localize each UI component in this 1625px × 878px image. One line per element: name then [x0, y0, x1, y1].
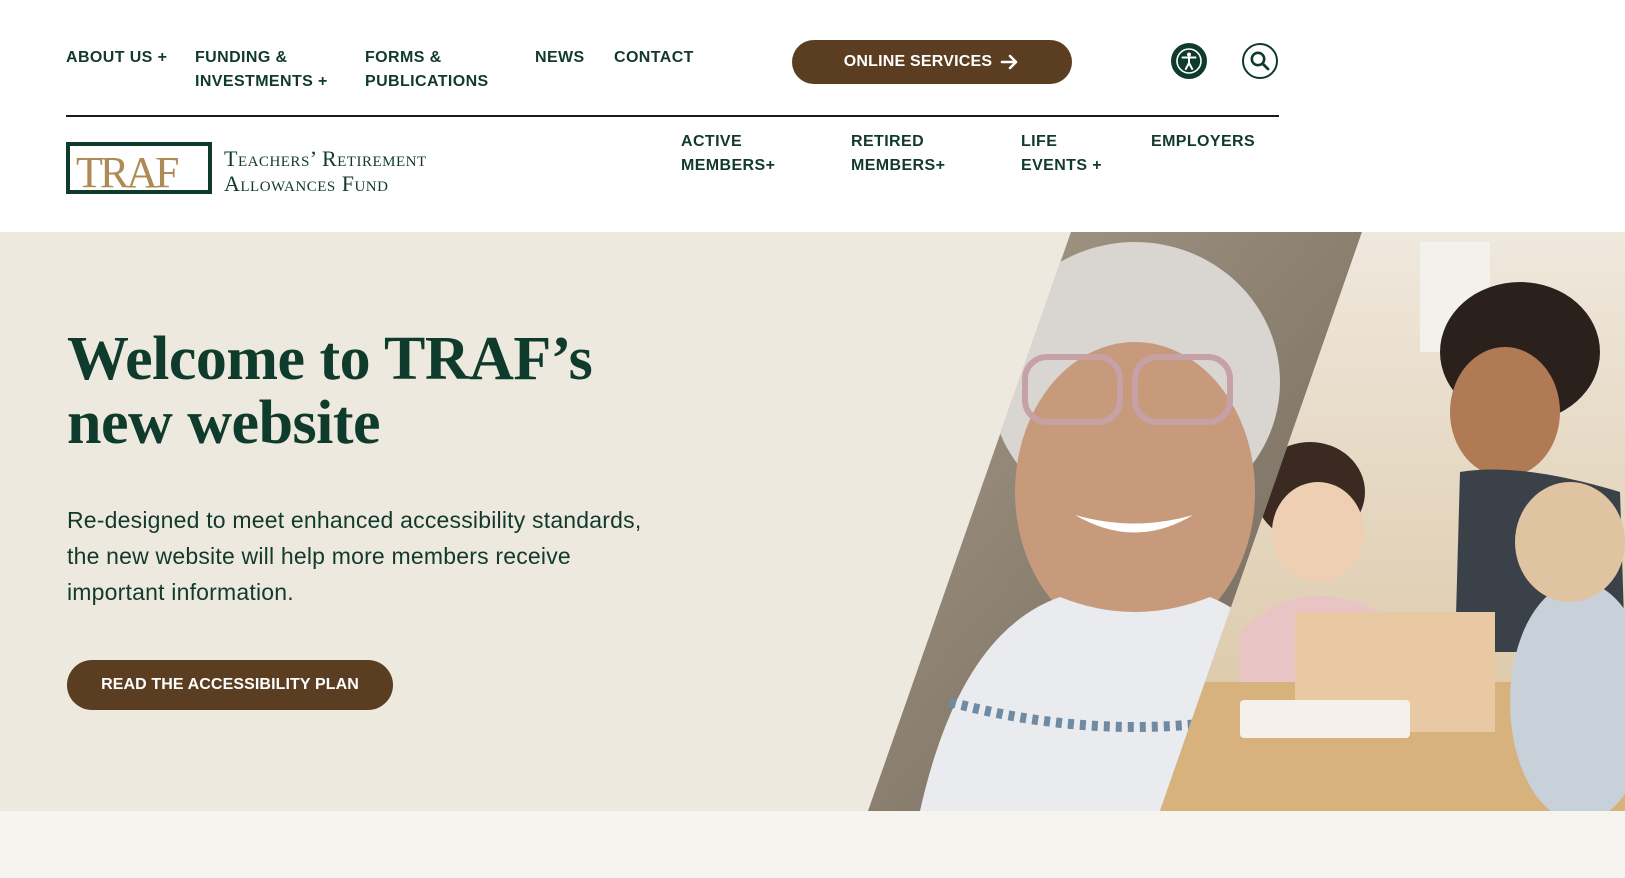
nav-active-label-line1: ACTIVE: [681, 133, 743, 150]
hero-section: Welcome to TRAF’s new website Re-designe…: [0, 232, 1625, 811]
nav-news[interactable]: NEWS: [535, 46, 585, 70]
content-band: [0, 811, 1625, 878]
logo-mark: TRAF: [66, 142, 212, 197]
hero-title: Welcome to TRAF’s new website: [67, 325, 593, 457]
nav-funding-investments[interactable]: FUNDING & INVESTMENTS +: [195, 46, 328, 94]
nav-employers-label: EMPLOYERS: [1151, 133, 1256, 150]
nav-contact-label: CONTACT: [614, 49, 694, 66]
nav-news-label: NEWS: [535, 49, 585, 66]
nav-contact[interactable]: CONTACT: [614, 46, 694, 70]
online-services-button[interactable]: ONLINE SERVICES: [792, 40, 1072, 84]
nav-forms-publications[interactable]: FORMS & PUBLICATIONS: [365, 46, 489, 94]
logo-name-line1: Teachers’ Retirement: [224, 146, 427, 171]
traf-logo[interactable]: TRAF Teachers’ Retirement Allowances Fun…: [66, 142, 476, 198]
site-header: ABOUT US + FUNDING & INVESTMENTS + FORMS…: [0, 0, 1625, 232]
nav-active-members[interactable]: ACTIVE MEMBERS+: [681, 130, 775, 178]
read-accessibility-plan-button[interactable]: READ THE ACCESSIBILITY PLAN: [67, 660, 393, 710]
nav-employers[interactable]: EMPLOYERS: [1151, 130, 1255, 154]
nav-funding-label-line1: FUNDING &: [195, 49, 288, 66]
read-accessibility-plan-label: READ THE ACCESSIBILITY PLAN: [101, 676, 359, 693]
nav-retired-label-line2: MEMBERS+: [851, 157, 946, 174]
nav-active-label-line2: MEMBERS+: [681, 157, 776, 174]
nav-life-label-line2: EVENTS +: [1021, 157, 1103, 174]
nav-life-label-line1: LIFE: [1021, 133, 1058, 150]
logo-name-line2: Allowances Fund: [224, 171, 389, 196]
accessibility-button[interactable]: [1171, 43, 1207, 79]
nav-about-us-label: ABOUT US +: [66, 49, 168, 66]
nav-life-events[interactable]: LIFE EVENTS +: [1021, 130, 1102, 178]
hero-description: Re-designed to meet enhanced accessibili…: [67, 507, 642, 605]
nav-forms-label-line1: FORMS &: [365, 49, 442, 66]
logo-name: Teachers’ Retirement Allowances Fund: [224, 146, 427, 196]
nav-forms-label-line2: PUBLICATIONS: [365, 73, 489, 90]
nav-retired-members[interactable]: RETIRED MEMBERS+: [851, 130, 945, 178]
search-icon: [1250, 51, 1270, 71]
nav-about-us[interactable]: ABOUT US +: [66, 46, 167, 70]
nav-funding-label-line2: INVESTMENTS +: [195, 73, 328, 90]
page: ABOUT US + FUNDING & INVESTMENTS + FORMS…: [0, 0, 1625, 878]
accessibility-icon: [1176, 48, 1202, 74]
online-services-label: ONLINE SERVICES: [843, 53, 993, 70]
search-button[interactable]: [1242, 43, 1278, 79]
arrow-right-icon: [1000, 53, 1020, 71]
nav-retired-label-line1: RETIRED: [851, 133, 925, 150]
logo-letters: TRAF: [76, 148, 179, 197]
header-divider: [66, 115, 1279, 117]
